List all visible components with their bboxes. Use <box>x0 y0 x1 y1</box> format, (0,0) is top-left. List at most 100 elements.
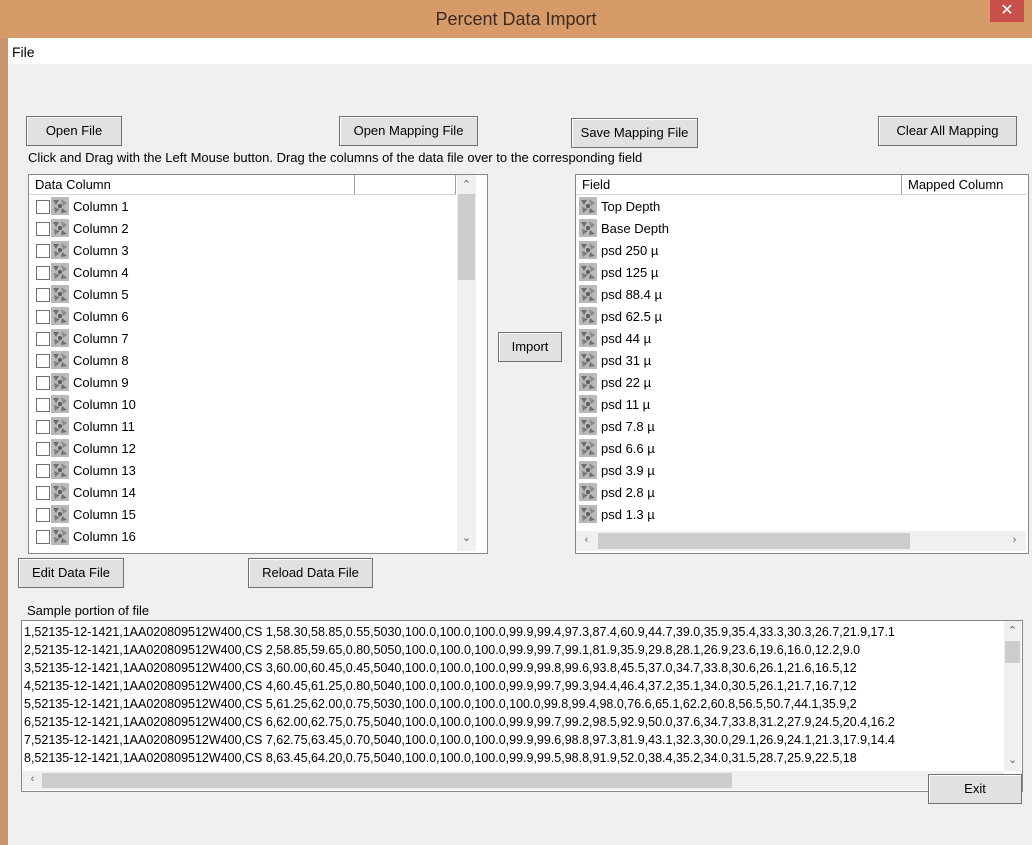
column-checkbox[interactable] <box>36 464 50 478</box>
sample-vscroll[interactable]: ⌃ ⌄ <box>1004 621 1021 771</box>
data-column-header-blank[interactable] <box>355 175 456 194</box>
field-header-cell[interactable]: Field <box>576 175 902 194</box>
field-label: psd 11 µ <box>601 397 651 412</box>
data-column-item[interactable]: Column 1 <box>29 196 456 218</box>
field-item[interactable]: Top Depth <box>576 196 1026 218</box>
title-bar: Percent Data Import ✕ <box>0 0 1032 38</box>
scroll-left-icon[interactable]: ‹ <box>578 534 595 546</box>
data-column-label: Column 16 <box>73 529 136 544</box>
field-item[interactable]: psd 7.8 µ <box>576 416 1026 438</box>
field-item[interactable]: psd 62.5 µ <box>576 306 1026 328</box>
field-label: psd 3.9 µ <box>601 463 655 478</box>
field-item[interactable]: Base Depth <box>576 218 1026 240</box>
column-checkbox[interactable] <box>36 420 50 434</box>
column-checkbox[interactable] <box>36 508 50 522</box>
field-label: psd 6.6 µ <box>601 441 655 456</box>
data-column-item[interactable]: Column 8 <box>29 350 456 372</box>
data-column-item[interactable]: Column 2 <box>29 218 456 240</box>
clear-all-mapping-button[interactable]: Clear All Mapping <box>878 116 1017 146</box>
sample-line: 6,52135-12-1421,1AA020809512W400,CS 6,62… <box>24 715 895 729</box>
data-column-item[interactable]: Column 11 <box>29 416 456 438</box>
column-checkbox[interactable] <box>36 530 50 544</box>
open-mapping-file-button[interactable]: Open Mapping File <box>339 116 478 146</box>
field-item[interactable]: psd 125 µ <box>576 262 1026 284</box>
data-column-item[interactable]: Column 12 <box>29 438 456 460</box>
data-column-item[interactable]: Column 16 <box>29 526 456 548</box>
data-column-label: Column 8 <box>73 353 129 368</box>
scroll-down-icon[interactable]: ⌄ <box>1004 753 1021 766</box>
column-checkbox[interactable] <box>36 288 50 302</box>
data-column-label: Column 11 <box>73 419 135 434</box>
column-checkbox[interactable] <box>36 354 50 368</box>
scroll-right-icon[interactable]: › <box>1006 534 1023 546</box>
close-button[interactable]: ✕ <box>990 0 1024 22</box>
data-column-item[interactable]: Column 3 <box>29 240 456 262</box>
column-checkbox[interactable] <box>36 266 50 280</box>
field-item[interactable]: psd 44 µ <box>576 328 1026 350</box>
field-list-scroll-thumb[interactable] <box>598 533 910 549</box>
column-checkbox[interactable] <box>36 442 50 456</box>
field-item[interactable]: psd 3.9 µ <box>576 460 1026 482</box>
sample-file-view[interactable]: 1,52135-12-1421,1AA020809512W400,CS 1,58… <box>21 620 1023 792</box>
import-button[interactable]: Import <box>498 332 562 362</box>
column-checkbox[interactable] <box>36 200 50 214</box>
field-list[interactable]: Field Mapped Column Top Depth Base Depth p… <box>575 174 1029 554</box>
column-icon <box>51 351 69 369</box>
field-icon <box>579 307 597 325</box>
field-icon <box>579 395 597 413</box>
column-icon <box>51 197 69 215</box>
data-column-item[interactable]: Column 9 <box>29 372 456 394</box>
data-column-item[interactable]: Column 14 <box>29 482 456 504</box>
field-icon <box>579 285 597 303</box>
field-item[interactable]: psd 2.8 µ <box>576 482 1026 504</box>
data-column-item[interactable]: Column 6 <box>29 306 456 328</box>
open-file-button[interactable]: Open File <box>26 116 122 146</box>
field-icon <box>579 417 597 435</box>
column-icon <box>51 307 69 325</box>
sample-hscroll-thumb[interactable] <box>42 773 732 788</box>
field-icon <box>579 197 597 215</box>
scroll-up-icon[interactable]: ⌃ <box>1004 624 1021 637</box>
exit-button[interactable]: Exit <box>928 774 1022 804</box>
column-checkbox[interactable] <box>36 486 50 500</box>
column-checkbox[interactable] <box>36 310 50 324</box>
sample-hscroll[interactable]: ‹ › <box>22 771 1004 790</box>
mapped-column-header-cell[interactable]: Mapped Column <box>902 175 1026 194</box>
data-column-header-cell[interactable]: Data Column <box>29 175 355 194</box>
data-column-item[interactable]: Column 4 <box>29 262 456 284</box>
data-column-item[interactable]: Column 15 <box>29 504 456 526</box>
scroll-left-icon[interactable]: ‹ <box>24 773 41 785</box>
field-item[interactable]: psd 31 µ <box>576 350 1026 372</box>
instruction-text: Click and Drag with the Left Mouse butto… <box>28 150 643 165</box>
field-item[interactable]: psd 1.3 µ <box>576 504 1026 526</box>
data-column-label: Column 9 <box>73 375 129 390</box>
data-column-vscroll[interactable]: ⌃ ⌄ <box>457 175 476 551</box>
scroll-up-icon[interactable]: ⌃ <box>458 178 475 191</box>
field-item[interactable]: psd 88.4 µ <box>576 284 1026 306</box>
data-column-item[interactable]: Column 5 <box>29 284 456 306</box>
data-column-list[interactable]: Data Column Column 1 Column 2 Column 3 Colu… <box>28 174 488 554</box>
field-item[interactable]: psd 6.6 µ <box>576 438 1026 460</box>
menu-file[interactable]: File <box>12 44 35 60</box>
data-column-label: Column 3 <box>73 243 129 258</box>
sample-vscroll-thumb[interactable] <box>1005 641 1020 663</box>
column-checkbox[interactable] <box>36 244 50 258</box>
column-checkbox[interactable] <box>36 332 50 346</box>
field-label: psd 250 µ <box>601 243 659 258</box>
reload-data-file-button[interactable]: Reload Data File <box>248 558 373 588</box>
field-list-hscroll[interactable]: ‹ › <box>576 531 1026 551</box>
column-checkbox[interactable] <box>36 398 50 412</box>
data-column-item[interactable]: Column 7 <box>29 328 456 350</box>
edit-data-file-button[interactable]: Edit Data File <box>18 558 124 588</box>
field-item[interactable]: psd 11 µ <box>576 394 1026 416</box>
scroll-down-icon[interactable]: ⌄ <box>458 531 475 544</box>
field-item[interactable]: psd 22 µ <box>576 372 1026 394</box>
data-column-item[interactable]: Column 10 <box>29 394 456 416</box>
column-checkbox[interactable] <box>36 222 50 236</box>
data-column-item[interactable]: Column 13 <box>29 460 456 482</box>
field-item[interactable]: psd 250 µ <box>576 240 1026 262</box>
data-column-scroll-thumb[interactable] <box>458 194 475 280</box>
field-label: psd 7.8 µ <box>601 419 655 434</box>
save-mapping-file-button[interactable]: Save Mapping File <box>571 118 698 148</box>
column-checkbox[interactable] <box>36 376 50 390</box>
